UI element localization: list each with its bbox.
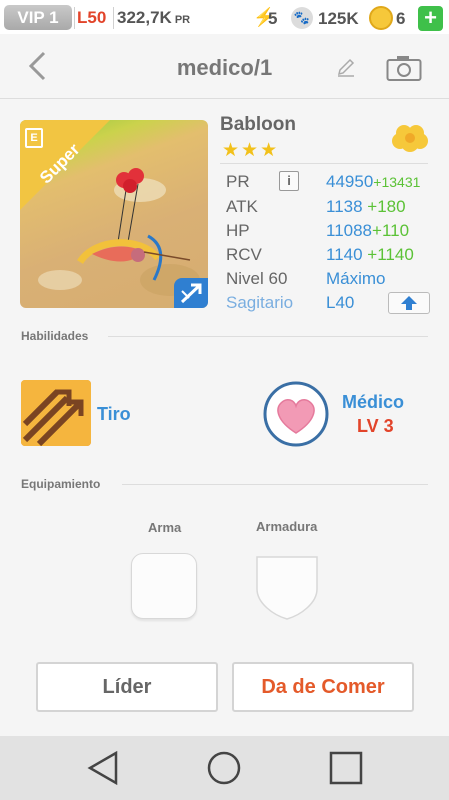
leader-button[interactable]: Líder bbox=[36, 662, 218, 712]
edit-icon[interactable] bbox=[336, 57, 356, 77]
sign-level: L40 bbox=[326, 293, 355, 312]
skill-name-tiro[interactable]: Tiro bbox=[97, 402, 131, 426]
stat-value-rcv: 1140 +1140 bbox=[326, 244, 414, 266]
paw-count: 125K bbox=[318, 9, 359, 28]
stat-value-atk: 1138 +180 bbox=[326, 196, 406, 218]
stat-label-pr: PR bbox=[226, 172, 250, 191]
unit-name: Babloon bbox=[220, 114, 296, 135]
divider bbox=[220, 163, 428, 164]
energy-count: 5 bbox=[268, 9, 278, 28]
add-coins-button[interactable]: + bbox=[418, 6, 443, 31]
weapon-label: Arma bbox=[148, 520, 182, 535]
star-rating: ★★★ bbox=[222, 140, 280, 161]
player-pr-unit: PR bbox=[174, 14, 191, 26]
divider bbox=[74, 7, 75, 29]
skill-level: LV 3 bbox=[357, 416, 394, 436]
camera-icon[interactable] bbox=[386, 54, 422, 82]
armor-label: Armadura bbox=[256, 519, 318, 534]
page-title: medico/1 bbox=[176, 55, 273, 80]
stat-value-hp: 11088+110 bbox=[326, 220, 409, 242]
arrow-up-icon bbox=[401, 296, 417, 310]
upgrade-button[interactable] bbox=[388, 292, 430, 314]
vip-badge[interactable]: VIP 1 bbox=[4, 5, 72, 30]
stat-value: 1138 bbox=[326, 197, 363, 216]
stat-bonus: +180 bbox=[367, 197, 406, 216]
stat-value-pr: 44950+13431 bbox=[326, 171, 420, 193]
heart-icon[interactable] bbox=[263, 381, 329, 447]
stat-value: 1140 bbox=[326, 245, 363, 264]
coin-count: 6 bbox=[396, 9, 406, 28]
unit-portrait[interactable]: E Super bbox=[20, 120, 208, 308]
player-level: L50 bbox=[77, 8, 107, 27]
equipment-heading: Equipamiento bbox=[21, 477, 101, 491]
divider bbox=[113, 7, 114, 29]
coin-icon bbox=[369, 6, 393, 30]
nav-recents-icon[interactable] bbox=[329, 751, 363, 785]
arrows-icon bbox=[21, 380, 91, 446]
cloud-flower-icon[interactable] bbox=[392, 121, 428, 153]
armor-slot[interactable] bbox=[253, 553, 321, 621]
nav-back-icon[interactable] bbox=[86, 750, 120, 786]
sagittarius-icon bbox=[174, 278, 208, 308]
stat-value: 11088 bbox=[326, 221, 373, 240]
stat-label-hp: HP bbox=[226, 221, 250, 240]
level-label: Nivel 60 bbox=[226, 269, 288, 288]
level-value: Máximo bbox=[326, 269, 386, 288]
stat-bonus: +110 bbox=[372, 221, 410, 240]
weapon-slot[interactable] bbox=[131, 553, 197, 619]
feed-button[interactable]: Da de Comer bbox=[232, 662, 414, 712]
stat-label-rcv: RCV bbox=[226, 245, 262, 264]
sign-label: Sagitario bbox=[226, 293, 294, 312]
stat-bonus: +1140 bbox=[367, 245, 414, 264]
divider bbox=[108, 336, 428, 337]
element-badge: E bbox=[25, 128, 43, 148]
info-icon[interactable]: i bbox=[279, 171, 299, 191]
system-nav-bar bbox=[0, 736, 449, 800]
skill-icon-tiro[interactable] bbox=[21, 380, 91, 446]
nav-home-icon[interactable] bbox=[206, 750, 242, 786]
player-pr-value: 322,7K bbox=[117, 8, 172, 27]
skills-heading: Habilidades bbox=[21, 329, 89, 343]
player-pr: 322,7K PR bbox=[117, 7, 190, 31]
paw-icon: 🐾 bbox=[291, 7, 313, 29]
stat-value: 44950 bbox=[326, 172, 374, 191]
stat-bonus: +13431 bbox=[373, 174, 421, 190]
skill-name-medico[interactable]: Médico bbox=[342, 391, 404, 413]
divider bbox=[122, 484, 428, 485]
stat-label-atk: ATK bbox=[226, 197, 258, 216]
